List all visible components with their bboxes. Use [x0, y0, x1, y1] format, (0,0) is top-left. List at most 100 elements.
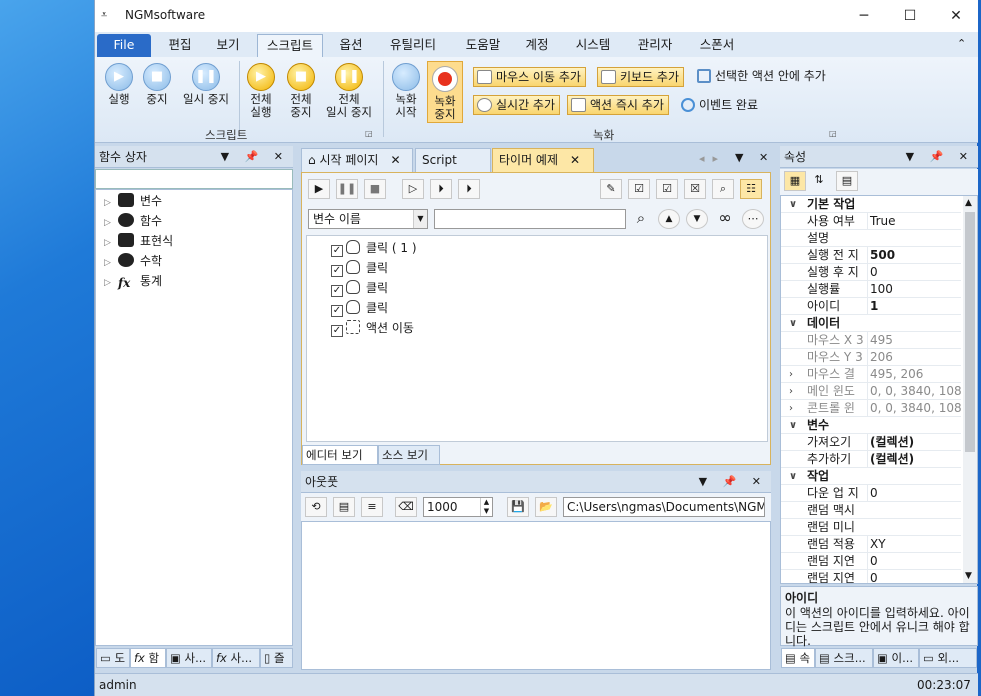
eraser-icon[interactable]: ⌫	[395, 497, 417, 517]
action-item[interactable]: ✓ 클릭	[331, 278, 388, 298]
checkbox-checked-icon[interactable]: ✓	[331, 245, 343, 257]
collapse-icon[interactable]: ∨	[789, 196, 797, 213]
property-row[interactable]: 실행률 100	[781, 281, 961, 298]
property-row[interactable]: 설명	[781, 230, 961, 247]
record-start-button[interactable]: 녹화 시작	[389, 63, 423, 119]
property-scrollbar[interactable]: ▲ ▼	[963, 196, 977, 583]
panel-controls-icon[interactable]: ▼ 📌 ✕	[221, 146, 289, 168]
tree-item-functions[interactable]: ▷ 함수	[104, 211, 162, 231]
scroll-down-icon[interactable]: ▼	[965, 571, 972, 581]
uncheck-icon[interactable]: ☒	[684, 179, 706, 199]
panel-controls-icon[interactable]: ▼ 📌 ✕	[699, 471, 767, 493]
expand-icon[interactable]: ›	[789, 383, 793, 400]
tab-external[interactable]: ▭ 외...	[919, 648, 977, 668]
add-mouse-move-button[interactable]: 마우스 이동 추가	[473, 67, 586, 87]
add-keyboard-button[interactable]: 키보드 추가	[597, 67, 685, 87]
menu-options[interactable]: 옵션	[331, 34, 371, 57]
action-item[interactable]: ✓ 액션 이동	[331, 318, 414, 338]
pause-button[interactable]: ❚❚ 일시 중지	[179, 63, 233, 106]
checkbox-checked-icon[interactable]: ✓	[331, 325, 343, 337]
property-category[interactable]: ∨ 데이터	[781, 315, 961, 332]
max-lines-stepper[interactable]: 1000 ▲ ▼	[423, 497, 493, 517]
property-value[interactable]: 495	[867, 332, 961, 349]
menu-file[interactable]: File	[97, 34, 151, 57]
step-icon[interactable]: ▷	[402, 179, 424, 199]
tab-timer-example[interactable]: 타이머 예제 ✕	[492, 148, 594, 172]
menu-sponsor[interactable]: 스폰서	[691, 34, 743, 57]
close-tab-icon[interactable]: ✕	[390, 153, 400, 167]
categorized-icon[interactable]: ▦	[784, 171, 806, 191]
tab-toolbox[interactable]: ▭ 도	[96, 648, 130, 668]
down-icon[interactable]: ▼	[686, 209, 708, 229]
property-row[interactable]: 랜덤 지연 0	[781, 553, 961, 570]
action-item[interactable]: ✓ 클릭	[331, 258, 388, 278]
tab-start-page[interactable]: ⌂ 시작 페이지 ✕	[301, 148, 413, 172]
log-file-icon[interactable]: ▤	[333, 497, 355, 517]
more-icon[interactable]: ⋯	[742, 209, 764, 229]
menu-account[interactable]: 계정	[519, 34, 555, 57]
save-icon[interactable]: 💾	[507, 497, 529, 517]
scroll-up-icon[interactable]: ▲	[965, 198, 972, 208]
property-row[interactable]: 마우스 Y 3 206	[781, 349, 961, 366]
property-value[interactable]: 0, 0, 3840, 1080	[867, 400, 961, 417]
property-value[interactable]: (컬렉션)	[867, 451, 961, 468]
run-script-icon[interactable]: ▶	[308, 179, 330, 199]
tab-source-view[interactable]: 소스 보기	[378, 445, 440, 465]
record-stop-button[interactable]: 녹화 중지	[427, 61, 463, 123]
tab-properties[interactable]: ▤ 속	[781, 648, 815, 668]
collapse-icon[interactable]: ∨	[789, 468, 797, 485]
edit-icon[interactable]: ✎	[600, 179, 622, 199]
property-row[interactable]: 실행 전 지 500	[781, 247, 961, 264]
property-category[interactable]: ∨ 기본 작업	[781, 196, 961, 213]
property-value[interactable]: 0	[867, 264, 961, 281]
property-row[interactable]: 추가하기 (컬렉션)	[781, 451, 961, 468]
clear-output-icon[interactable]: ⟲	[305, 497, 327, 517]
stop-script-icon[interactable]: ■	[364, 179, 386, 199]
property-row[interactable]: 가져오기 (컬렉션)	[781, 434, 961, 451]
tab-user-1[interactable]: ▣ 사...	[166, 648, 212, 668]
tab-script[interactable]: ▤ 스크...	[815, 648, 873, 668]
expand-icon[interactable]: ▷	[104, 193, 118, 213]
property-row[interactable]: 마우스 X 3 495	[781, 332, 961, 349]
record-group-launcher-icon[interactable]: ◲	[829, 129, 837, 138]
checkbox-checked-icon[interactable]: ✓	[331, 265, 343, 277]
menu-help[interactable]: 도움말	[457, 34, 509, 57]
pause-script-icon[interactable]: ❚❚	[336, 179, 358, 199]
search-icon[interactable]: ⌕	[630, 209, 652, 229]
property-value[interactable]: 0	[867, 485, 961, 502]
list-icon[interactable]: ≡	[361, 497, 383, 517]
property-row[interactable]: 랜덤 지연 0	[781, 570, 961, 583]
quick-access-menu-icon[interactable]: ⩡	[101, 8, 107, 22]
close-button[interactable]: ✕	[933, 0, 979, 32]
stepper-arrows-icon[interactable]: ▲ ▼	[480, 498, 492, 516]
play-from-icon[interactable]: ⏵	[430, 179, 452, 199]
tab-functions[interactable]: fx 함	[130, 648, 166, 668]
scroll-thumb[interactable]	[965, 212, 975, 452]
property-category[interactable]: ∨ 작업	[781, 468, 961, 485]
property-row[interactable]: 랜덤 미니	[781, 519, 961, 536]
collapse-ribbon-icon[interactable]: ⌃	[957, 37, 966, 50]
collapse-icon[interactable]: ∨	[789, 315, 797, 332]
expand-icon[interactable]: ›	[789, 366, 793, 383]
tab-favorites[interactable]: ▯ 즐	[260, 648, 293, 668]
script-group-launcher-icon[interactable]: ◲	[365, 129, 373, 138]
property-row[interactable]: › 콘트롤 윈 0, 0, 3840, 1080	[781, 400, 961, 417]
tree-item-expressions[interactable]: ▷ 표현식	[104, 231, 173, 251]
checkbox-checked-icon[interactable]: ✓	[331, 285, 343, 297]
menu-system[interactable]: 시스템	[567, 34, 619, 57]
add-realtime-button[interactable]: 실시간 추가	[473, 95, 561, 115]
property-row[interactable]: 랜덤 맥시	[781, 502, 961, 519]
output-path-field[interactable]: C:\Users\ngmas\Documents\NGM6\	[563, 497, 765, 517]
stop-button[interactable]: ■ 중지	[139, 63, 175, 106]
property-value[interactable]: XY	[867, 536, 961, 553]
menu-edit[interactable]: 편집	[161, 34, 199, 57]
property-value[interactable]: 0, 0, 3840, 1080	[867, 383, 961, 400]
add-in-selected-button[interactable]: 선택한 액션 안에 추가	[695, 67, 826, 85]
action-item[interactable]: ✓ 클릭	[331, 298, 388, 318]
property-value[interactable]: 500	[867, 247, 961, 264]
panel-controls-icon[interactable]: ▼ 📌 ✕	[906, 146, 974, 168]
editor-search-input[interactable]	[434, 209, 626, 229]
tab-script-1[interactable]: Script 1✕	[415, 148, 491, 189]
expand-icon[interactable]: ▷	[104, 273, 118, 293]
event-done-button[interactable]: 이벤트 완료	[679, 96, 758, 114]
